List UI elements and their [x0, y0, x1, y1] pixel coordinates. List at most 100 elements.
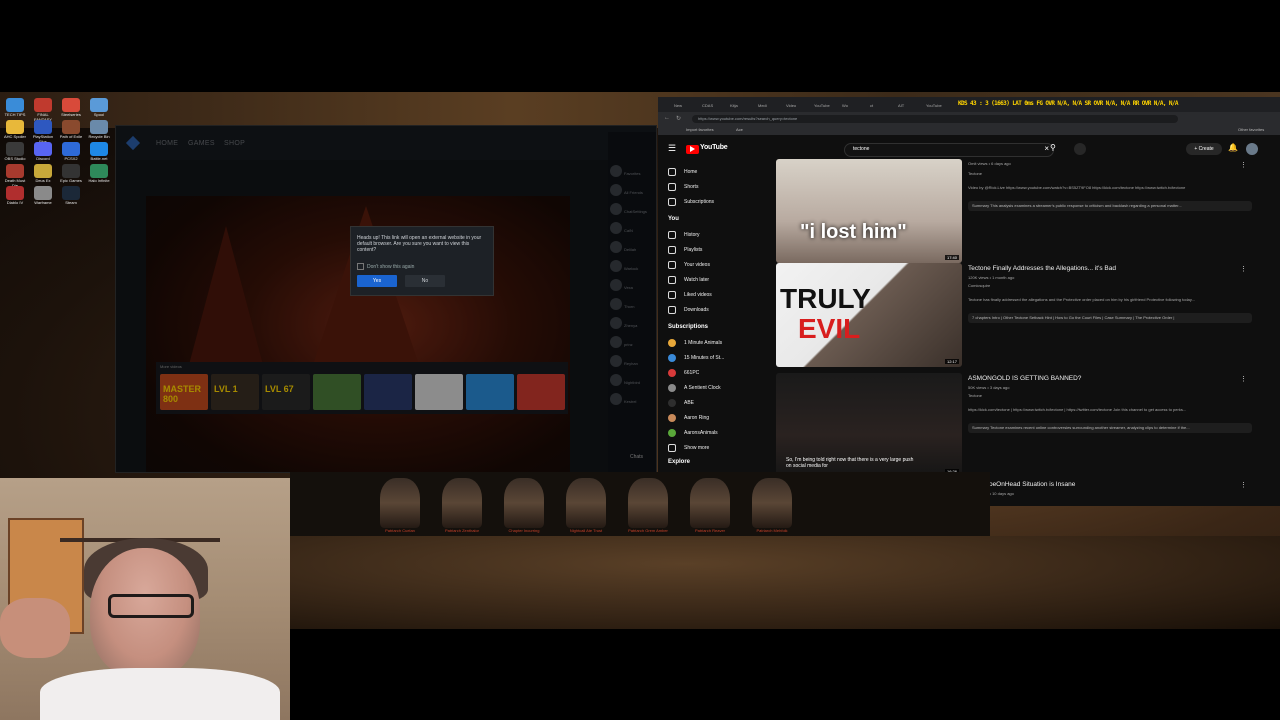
browser-tab[interactable]: CDAS	[702, 99, 713, 112]
desktop-icon[interactable]: TECH TIPS	[2, 98, 28, 117]
yes-button[interactable]: Yes	[357, 275, 397, 287]
more-options-icon[interactable]: ⋮	[1240, 375, 1247, 383]
bookmark-import[interactable]: Import favorites	[686, 127, 714, 132]
desktop-icon[interactable]: Deus Ex	[30, 164, 56, 183]
clear-search-icon[interactable]: ×	[1044, 144, 1049, 153]
browser-tab[interactable]: Medi	[758, 99, 767, 112]
checkbox-box-icon[interactable]	[357, 263, 364, 270]
desktop-app-icon[interactable]	[6, 120, 24, 134]
character-figure[interactable]	[504, 478, 544, 528]
bookmark-other[interactable]: Other favorites	[1238, 127, 1264, 132]
youtube-logo-text[interactable]: YouTube	[700, 144, 728, 151]
character-figure[interactable]	[380, 478, 420, 528]
desktop-icon[interactable]: Warframe	[30, 186, 56, 205]
summary-chip[interactable]: Summary This analysis examines a streame…	[968, 201, 1252, 211]
sidebar-item-subscriptions[interactable]: Subscriptions	[668, 195, 714, 209]
channel-name[interactable]: Tectone	[968, 171, 982, 176]
chats-label[interactable]: Chats	[630, 454, 643, 460]
browser-tab[interactable]: ct	[870, 99, 873, 112]
browser-tab[interactable]: Video	[786, 99, 796, 112]
desktop-icon[interactable]: Path of Exile	[58, 120, 84, 139]
voice-search-icon[interactable]	[1074, 143, 1086, 155]
sidebar-item-liked-videos[interactable]: Liked videos	[668, 288, 712, 302]
video-title[interactable]: Tectone Finally Addresses the Allegation…	[968, 265, 1116, 272]
desktop-app-icon[interactable]	[62, 120, 80, 134]
desktop-icon[interactable]: Battle.net	[86, 142, 112, 161]
video-thumbnail[interactable]: "i lost him" 17:40	[776, 159, 962, 263]
search-box[interactable]: tectone ×	[844, 143, 1054, 157]
back-icon[interactable]: ←	[664, 115, 670, 121]
desktop-app-icon[interactable]	[90, 164, 108, 178]
video-title[interactable]: ASMONGOLD IS GETTING BANNED?	[968, 375, 1081, 382]
desktop-icon[interactable]: PlayStation Plus	[30, 120, 56, 144]
browser-tab[interactable]: Kitja	[730, 99, 738, 112]
sidebar-subscription[interactable]: A Sentient Clock	[668, 381, 721, 395]
sidebar-subscription[interactable]: Aaron Ring	[668, 411, 709, 425]
sidebar-item-watch-later[interactable]: Watch later	[668, 273, 709, 287]
desktop-icon[interactable]: AHC Spoiler	[2, 120, 28, 139]
desktop-icon[interactable]: Death Must Die	[2, 164, 28, 188]
desktop-icon[interactable]: OBS Studio	[2, 142, 28, 161]
avatar[interactable]	[1246, 143, 1258, 155]
desktop-icon[interactable]: Diablo IV	[2, 186, 28, 205]
more-options-icon[interactable]: ⋮	[1240, 481, 1247, 489]
sidebar-item-downloads[interactable]: Downloads	[668, 303, 709, 317]
desktop-icon[interactable]: Spool	[86, 98, 112, 117]
sidebar-subscription[interactable]: AaronsAnimals	[668, 426, 718, 440]
desktop-app-icon[interactable]	[34, 98, 52, 112]
notifications-icon[interactable]: 🔔	[1228, 143, 1238, 152]
desktop-icon[interactable]: Steelseries	[58, 98, 84, 117]
search-input[interactable]: tectone	[853, 146, 869, 152]
url-field[interactable]: https://www.youtube.com/results?search_q…	[692, 115, 1178, 123]
desktop-icon[interactable]: Recycle Bin	[86, 120, 112, 139]
desktop-app-icon[interactable]	[6, 142, 24, 156]
desktop-app-icon[interactable]	[90, 142, 108, 156]
menu-icon[interactable]: ☰	[668, 143, 676, 154]
desktop-icon[interactable]: Epic Games	[58, 164, 84, 183]
desktop-icon[interactable]: PCSX2	[58, 142, 84, 161]
sidebar-item-playlists[interactable]: Playlists	[668, 243, 702, 257]
character-figure[interactable]	[566, 478, 606, 528]
create-button[interactable]: + Create	[1186, 143, 1222, 155]
refresh-icon[interactable]: ↻	[676, 115, 681, 122]
desktop-app-icon[interactable]	[34, 186, 52, 200]
desktop-icon[interactable]: Steam	[58, 186, 84, 205]
browser-tab[interactable]: New	[674, 99, 682, 112]
sidebar-section-explore[interactable]: Explore	[668, 459, 690, 465]
browser-tab[interactable]: AIT	[898, 99, 904, 112]
sidebar-item-shorts[interactable]: Shorts	[668, 180, 698, 194]
summary-chip[interactable]: Summary Tectone examines recent online c…	[968, 423, 1252, 433]
desktop-app-icon[interactable]	[34, 120, 52, 134]
summary-chip[interactable]: 7 chapters Intro | Other Tectone Setback…	[968, 313, 1252, 323]
desktop-app-icon[interactable]	[6, 164, 24, 178]
no-button[interactable]: No	[405, 275, 445, 287]
desktop-app-icon[interactable]	[34, 164, 52, 178]
video-thumbnail[interactable]: TRULY EVIL 12:17	[776, 263, 962, 367]
desktop-app-icon[interactable]	[34, 142, 52, 156]
character-figure[interactable]	[442, 478, 482, 528]
character-figure[interactable]	[628, 478, 668, 528]
sidebar-section-subscriptions[interactable]: Subscriptions	[668, 324, 708, 330]
more-options-icon[interactable]: ⋮	[1240, 161, 1247, 169]
channel-name[interactable]: Tectone	[968, 393, 982, 398]
sidebar-subscription[interactable]: 1 Minute Animals	[668, 336, 722, 350]
search-icon[interactable]: ⚲	[1050, 143, 1064, 155]
desktop-app-icon[interactable]	[6, 98, 24, 112]
character-figure[interactable]	[690, 478, 730, 528]
character-figure[interactable]	[752, 478, 792, 528]
sidebar-item-home[interactable]: Home	[668, 165, 697, 179]
desktop-app-icon[interactable]	[90, 98, 108, 112]
sidebar-show-more[interactable]: Show more	[668, 441, 709, 455]
sidebar-subscription[interactable]: 661PC	[668, 366, 699, 380]
dont-show-checkbox[interactable]: Don't show this again	[357, 263, 414, 270]
desktop-app-icon[interactable]	[62, 186, 80, 200]
browser-tab[interactable]: YouTube	[814, 99, 830, 112]
sidebar-subscription[interactable]: ABE	[668, 396, 694, 410]
youtube-logo-icon[interactable]	[686, 145, 699, 154]
sidebar-subscription[interactable]: 15 Minutes of St...	[668, 351, 724, 365]
desktop-icon[interactable]: Halo Infinite	[86, 164, 112, 183]
browser-tab[interactable]: YouTube	[926, 99, 942, 112]
desktop-app-icon[interactable]	[90, 120, 108, 134]
desktop-app-icon[interactable]	[6, 186, 24, 200]
desktop-icon[interactable]: Discord	[30, 142, 56, 161]
